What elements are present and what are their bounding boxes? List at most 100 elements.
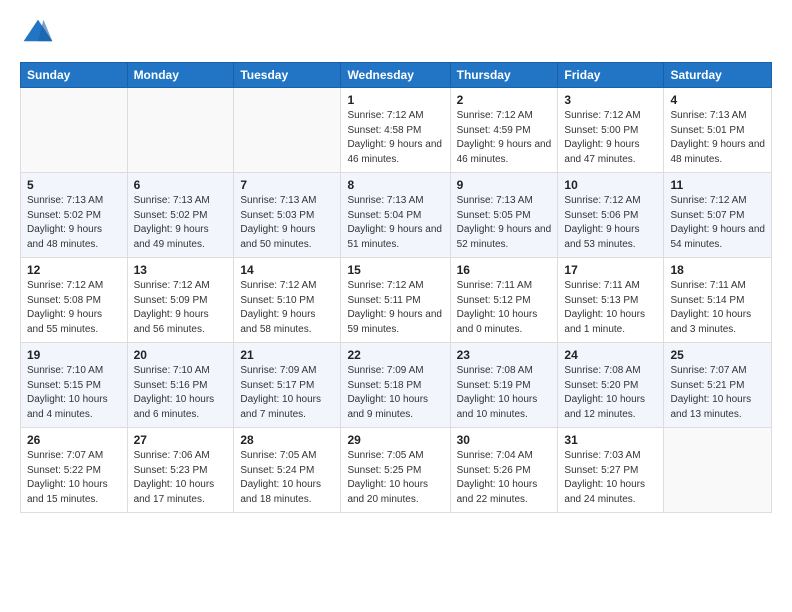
day-number: 8 (347, 178, 443, 192)
calendar-day-cell: 27 Sunrise: 7:06 AM Sunset: 5:23 PM Dayli… (127, 428, 234, 513)
day-number: 20 (134, 348, 228, 362)
weekday-header-row: SundayMondayTuesdayWednesdayThursdayFrid… (21, 63, 772, 88)
day-number: 14 (240, 263, 334, 277)
calendar-table: SundayMondayTuesdayWednesdayThursdayFrid… (20, 62, 772, 513)
calendar-day-cell: 7Sunrise: 7:13 AM Sunset: 5:03 PM Daylig… (234, 173, 341, 258)
day-number: 13 (134, 263, 228, 277)
day-number: 21 (240, 348, 334, 362)
day-number: 3 (564, 93, 657, 107)
day-info: Sunrise: 7:13 AM Sunset: 5:05 PM Dayligh… (457, 194, 552, 252)
calendar-week-row: 5Sunrise: 7:13 AM Sunset: 5:02 PM Daylig… (21, 173, 772, 258)
day-number: 22 (347, 348, 443, 362)
calendar-day-cell: 11 Sunrise: 7:12 AM Sunset: 5:07 PM Dayli… (664, 173, 772, 258)
calendar-day-cell: 4 Sunrise: 7:13 AM Sunset: 5:01 PM Daylig… (664, 88, 772, 173)
calendar-day-cell: 12 Sunrise: 7:12 AM Sunset: 5:08 PM Dayli… (21, 258, 128, 343)
header (20, 16, 772, 52)
day-number: 27 (134, 433, 228, 447)
weekday-header-saturday: Saturday (664, 63, 772, 88)
day-info: Sunrise: 7:12 AM Sunset: 5:11 PM Dayligh… (347, 279, 443, 337)
page: SundayMondayTuesdayWednesdayThursdayFrid… (0, 0, 792, 529)
day-number: 26 (27, 433, 121, 447)
calendar-day-cell: 28 Sunrise: 7:05 AM Sunset: 5:24 PM Dayli… (234, 428, 341, 513)
weekday-header-sunday: Sunday (21, 63, 128, 88)
calendar-day-cell: 13 Sunrise: 7:12 AM Sunset: 5:09 PM Dayli… (127, 258, 234, 343)
day-info: Sunrise: 7:12 AM Sunset: 4:58 PM Dayligh… (347, 109, 443, 167)
day-number: 19 (27, 348, 121, 362)
day-info: Sunrise: 7:07 AM Sunset: 5:22 PM Dayligh… (27, 449, 121, 507)
day-number: 17 (564, 263, 657, 277)
day-info: Sunrise: 7:13 AM Sunset: 5:02 PM Dayligh… (134, 194, 228, 252)
day-number: 25 (670, 348, 765, 362)
day-info: Sunrise: 7:10 AM Sunset: 5:15 PM Dayligh… (27, 364, 121, 422)
day-info: Sunrise: 7:09 AM Sunset: 5:17 PM Dayligh… (240, 364, 334, 422)
calendar-day-cell: 29 Sunrise: 7:05 AM Sunset: 5:25 PM Dayli… (341, 428, 450, 513)
calendar-week-row: 1Sunrise: 7:12 AM Sunset: 4:58 PM Daylig… (21, 88, 772, 173)
weekday-header-wednesday: Wednesday (341, 63, 450, 88)
day-number: 28 (240, 433, 334, 447)
day-number: 11 (670, 178, 765, 192)
day-info: Sunrise: 7:06 AM Sunset: 5:23 PM Dayligh… (134, 449, 228, 507)
day-number: 23 (457, 348, 552, 362)
day-info: Sunrise: 7:09 AM Sunset: 5:18 PM Dayligh… (347, 364, 443, 422)
calendar-day-cell: 25 Sunrise: 7:07 AM Sunset: 5:21 PM Dayli… (664, 343, 772, 428)
calendar-day-cell: 5Sunrise: 7:13 AM Sunset: 5:02 PM Daylig… (21, 173, 128, 258)
day-number: 9 (457, 178, 552, 192)
calendar-empty-cell (664, 428, 772, 513)
logo (20, 16, 62, 52)
calendar-day-cell: 21 Sunrise: 7:09 AM Sunset: 5:17 PM Dayli… (234, 343, 341, 428)
day-info: Sunrise: 7:13 AM Sunset: 5:02 PM Dayligh… (27, 194, 121, 252)
day-info: Sunrise: 7:05 AM Sunset: 5:24 PM Dayligh… (240, 449, 334, 507)
calendar-day-cell: 20 Sunrise: 7:10 AM Sunset: 5:16 PM Dayli… (127, 343, 234, 428)
day-info: Sunrise: 7:04 AM Sunset: 5:26 PM Dayligh… (457, 449, 552, 507)
day-number: 31 (564, 433, 657, 447)
day-info: Sunrise: 7:08 AM Sunset: 5:20 PM Dayligh… (564, 364, 657, 422)
calendar-day-cell: 14 Sunrise: 7:12 AM Sunset: 5:10 PM Dayli… (234, 258, 341, 343)
day-info: Sunrise: 7:12 AM Sunset: 5:06 PM Dayligh… (564, 194, 657, 252)
day-info: Sunrise: 7:13 AM Sunset: 5:01 PM Dayligh… (670, 109, 765, 167)
calendar-day-cell: 23Sunrise: 7:08 AM Sunset: 5:19 PM Dayli… (450, 343, 558, 428)
day-number: 12 (27, 263, 121, 277)
day-info: Sunrise: 7:11 AM Sunset: 5:14 PM Dayligh… (670, 279, 765, 337)
calendar-day-cell: 3 Sunrise: 7:12 AM Sunset: 5:00 PM Daylig… (558, 88, 664, 173)
day-info: Sunrise: 7:10 AM Sunset: 5:16 PM Dayligh… (134, 364, 228, 422)
calendar-day-cell: 6 Sunrise: 7:13 AM Sunset: 5:02 PM Daylig… (127, 173, 234, 258)
calendar-day-cell: 9 Sunrise: 7:13 AM Sunset: 5:05 PM Daylig… (450, 173, 558, 258)
day-info: Sunrise: 7:05 AM Sunset: 5:25 PM Dayligh… (347, 449, 443, 507)
calendar-day-cell: 26 Sunrise: 7:07 AM Sunset: 5:22 PM Dayli… (21, 428, 128, 513)
day-number: 29 (347, 433, 443, 447)
calendar-week-row: 12 Sunrise: 7:12 AM Sunset: 5:08 PM Dayli… (21, 258, 772, 343)
day-number: 16 (457, 263, 552, 277)
day-info: Sunrise: 7:12 AM Sunset: 5:08 PM Dayligh… (27, 279, 121, 337)
day-number: 30 (457, 433, 552, 447)
weekday-header-tuesday: Tuesday (234, 63, 341, 88)
day-info: Sunrise: 7:12 AM Sunset: 5:00 PM Dayligh… (564, 109, 657, 167)
calendar-day-cell: 10 Sunrise: 7:12 AM Sunset: 5:06 PM Dayli… (558, 173, 664, 258)
weekday-header-monday: Monday (127, 63, 234, 88)
calendar-day-cell: 31 Sunrise: 7:03 AM Sunset: 5:27 PM Dayli… (558, 428, 664, 513)
day-number: 4 (670, 93, 765, 107)
calendar-day-cell: 1Sunrise: 7:12 AM Sunset: 4:58 PM Daylig… (341, 88, 450, 173)
day-info: Sunrise: 7:03 AM Sunset: 5:27 PM Dayligh… (564, 449, 657, 507)
day-info: Sunrise: 7:11 AM Sunset: 5:13 PM Dayligh… (564, 279, 657, 337)
calendar-day-cell: 18 Sunrise: 7:11 AM Sunset: 5:14 PM Dayli… (664, 258, 772, 343)
day-number: 18 (670, 263, 765, 277)
day-info: Sunrise: 7:12 AM Sunset: 5:09 PM Dayligh… (134, 279, 228, 337)
day-info: Sunrise: 7:12 AM Sunset: 5:10 PM Dayligh… (240, 279, 334, 337)
day-number: 24 (564, 348, 657, 362)
day-info: Sunrise: 7:12 AM Sunset: 5:07 PM Dayligh… (670, 194, 765, 252)
calendar-week-row: 19 Sunrise: 7:10 AM Sunset: 5:15 PM Dayli… (21, 343, 772, 428)
weekday-header-thursday: Thursday (450, 63, 558, 88)
calendar-day-cell: 30 Sunrise: 7:04 AM Sunset: 5:26 PM Dayli… (450, 428, 558, 513)
day-info: Sunrise: 7:13 AM Sunset: 5:04 PM Dayligh… (347, 194, 443, 252)
calendar-day-cell: 19 Sunrise: 7:10 AM Sunset: 5:15 PM Dayli… (21, 343, 128, 428)
calendar-empty-cell (21, 88, 128, 173)
calendar-day-cell: 8 Sunrise: 7:13 AM Sunset: 5:04 PM Daylig… (341, 173, 450, 258)
day-info: Sunrise: 7:13 AM Sunset: 5:03 PM Dayligh… (240, 194, 334, 252)
calendar-empty-cell (127, 88, 234, 173)
calendar-day-cell: 17 Sunrise: 7:11 AM Sunset: 5:13 PM Dayli… (558, 258, 664, 343)
day-number: 10 (564, 178, 657, 192)
day-number: 6 (134, 178, 228, 192)
calendar-empty-cell (234, 88, 341, 173)
day-info: Sunrise: 7:07 AM Sunset: 5:21 PM Dayligh… (670, 364, 765, 422)
day-info: Sunrise: 7:11 AM Sunset: 5:12 PM Dayligh… (457, 279, 552, 337)
